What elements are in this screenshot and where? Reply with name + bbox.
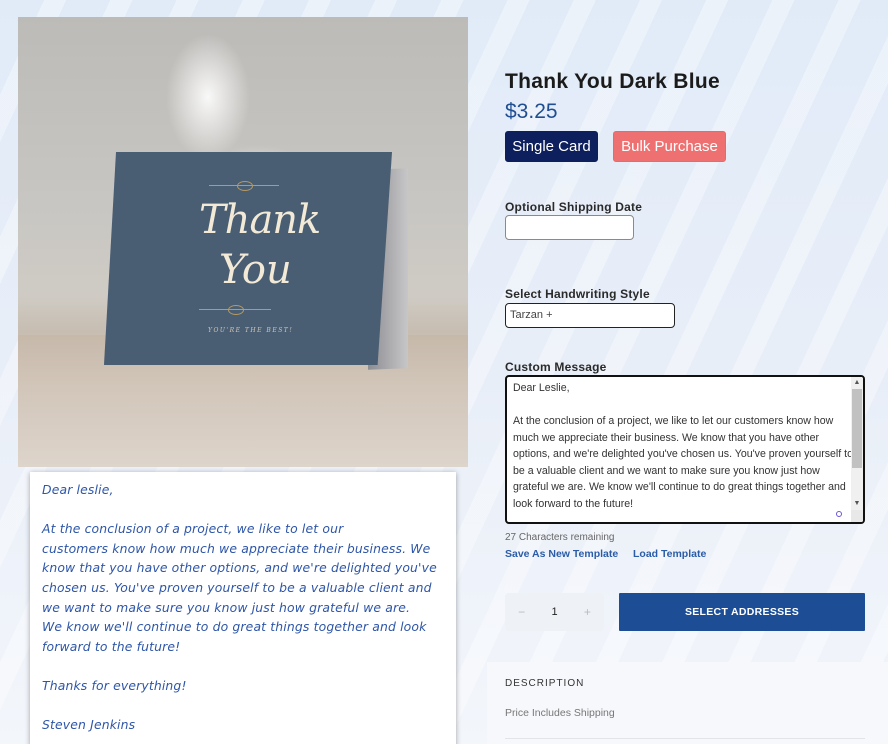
increment-button[interactable]: +	[584, 605, 591, 619]
select-addresses-button[interactable]: SELECT ADDRESSES	[619, 593, 865, 631]
grammar-check-icon[interactable]	[836, 511, 842, 517]
card-front: Thank You YOU'RE THE BEST!	[104, 152, 392, 365]
handwriting-preview: Dear leslie, At the conclusion of a proj…	[30, 472, 456, 744]
shipping-date-input[interactable]	[505, 215, 634, 240]
single-card-button[interactable]: Single Card	[505, 131, 598, 162]
load-template-link[interactable]: Load Template	[633, 548, 706, 560]
card-headline-you: You	[219, 247, 292, 293]
decrement-button[interactable]: −	[518, 605, 525, 619]
product-price: $3.25	[505, 100, 558, 123]
characters-remaining: 27 Characters remaining	[505, 532, 615, 543]
description-text: Price Includes Shipping	[505, 707, 615, 719]
scroll-thumb[interactable]	[852, 389, 862, 468]
resize-grip-icon[interactable]	[851, 510, 863, 522]
preview-body-line: know that you have other options, and we…	[42, 560, 437, 576]
ornament-top-icon	[209, 181, 279, 191]
card-headline-thank: Thank	[199, 197, 321, 243]
preview-greeting: Dear leslie,	[42, 482, 114, 497]
preview-body-line: customers know how much we appreciate th…	[42, 540, 431, 556]
custom-message-textarea[interactable]: Dear Leslie, At the conclusion of a proj…	[505, 375, 865, 524]
handwriting-style-select[interactable]: Tarzan +	[505, 303, 675, 328]
preview-body-line: chosen us. You've proven yourself to be …	[42, 579, 432, 595]
preview-signature: Steven Jenkins	[42, 717, 136, 733]
card-tagline: YOU'RE THE BEST!	[208, 327, 294, 334]
custom-message-text[interactable]: Dear Leslie, At the conclusion of a proj…	[513, 380, 853, 512]
preview-body-line: forward to the future!	[42, 638, 181, 654]
scroll-down-arrow-icon[interactable]: ▼	[851, 498, 863, 510]
preview-body-line: we want to make sure you know just how g…	[42, 599, 411, 615]
preview-closing: Thanks for everything!	[42, 677, 187, 693]
scroll-up-arrow-icon[interactable]: ▲	[851, 377, 863, 389]
ornament-bottom-icon	[199, 305, 271, 315]
preview-body-line: At the conclusion of a project, we like …	[42, 521, 344, 537]
description-divider	[505, 738, 865, 739]
custom-message-label: Custom Message	[505, 360, 607, 374]
quantity-value[interactable]: 1	[551, 606, 557, 618]
preview-body-line: We know we'll continue to do great thing…	[42, 619, 427, 635]
handwriting-style-label: Select Handwriting Style	[505, 287, 650, 301]
message-scrollbar[interactable]: ▲ ▼	[851, 377, 863, 522]
save-template-link[interactable]: Save As New Template	[505, 548, 618, 560]
bulk-purchase-button[interactable]: Bulk Purchase	[613, 131, 726, 162]
product-title: Thank You Dark Blue	[505, 70, 720, 93]
description-panel	[487, 662, 888, 744]
quantity-stepper: − 1 +	[505, 593, 604, 631]
description-heading[interactable]: DESCRIPTION	[505, 678, 584, 689]
shipping-date-label: Optional Shipping Date	[505, 200, 643, 214]
product-image: Thank You YOU'RE THE BEST!	[18, 17, 468, 467]
